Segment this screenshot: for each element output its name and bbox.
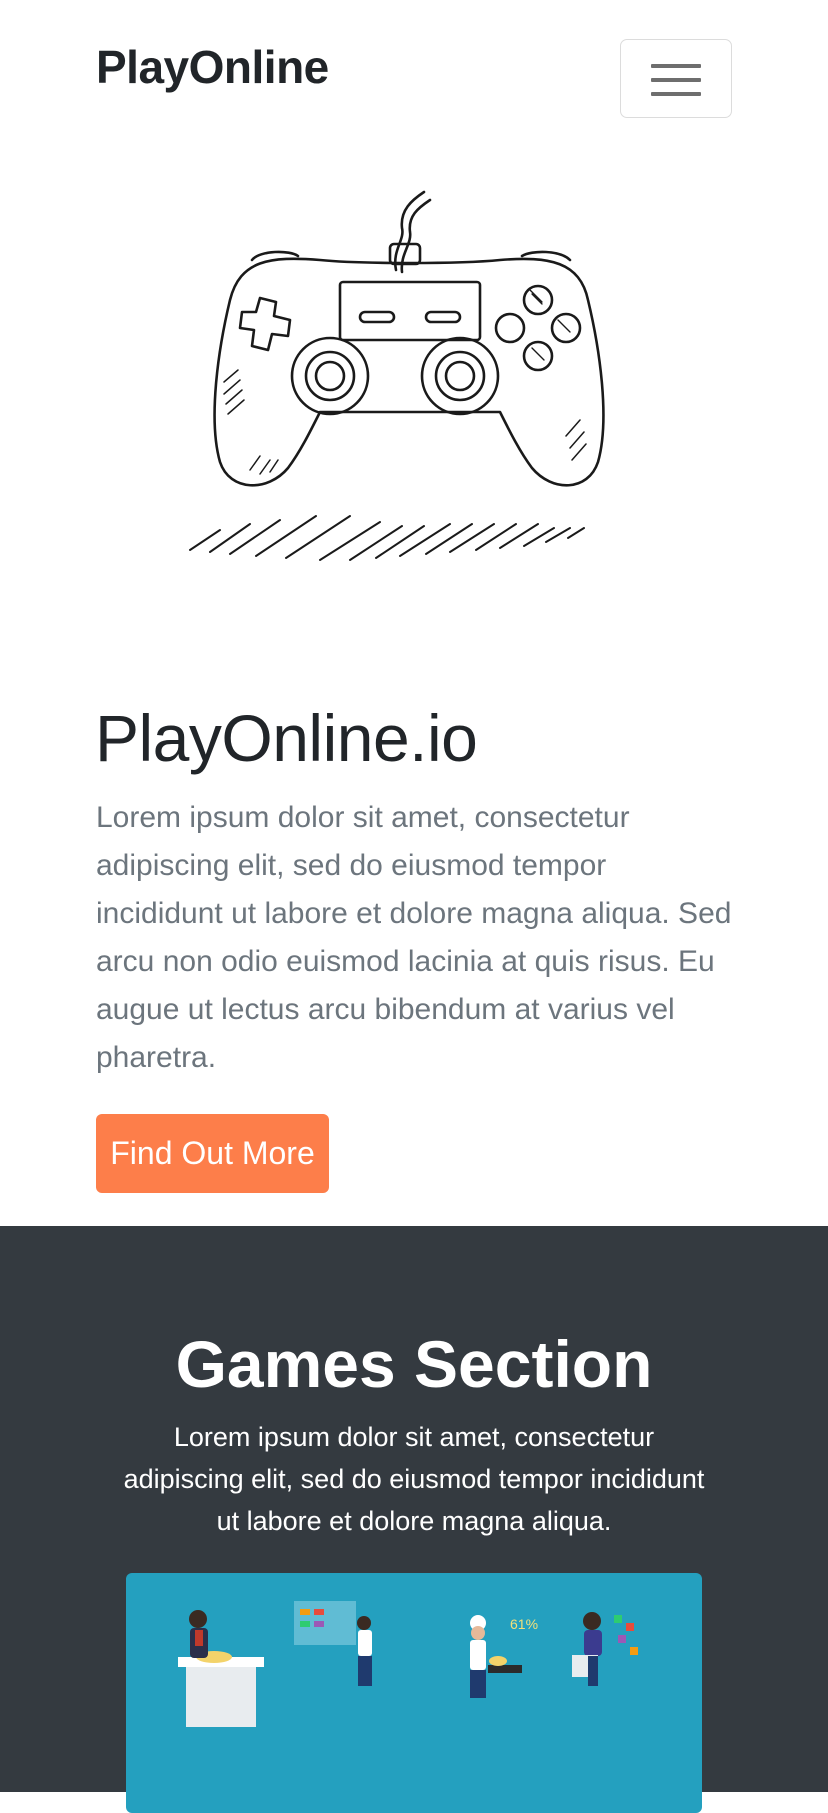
- menu-toggle-button[interactable]: [620, 39, 732, 118]
- navbar: PlayOnline: [0, 0, 828, 150]
- games-section-title: Games Section: [175, 1327, 653, 1401]
- illustration-percent-label: 61%: [510, 1616, 538, 1632]
- illustration-figure-desk: [178, 1610, 264, 1727]
- games-section: Games Section Lorem ipsum dolor sit amet…: [0, 1226, 828, 1813]
- hero-description: Lorem ipsum dolor sit amet, consectetur …: [96, 801, 732, 1074]
- hero-title: PlayOnline.io: [95, 701, 478, 775]
- illustration-figure-chef: 61%: [470, 1615, 538, 1698]
- hamburger-menu-icon: [651, 64, 701, 68]
- brand-logo[interactable]: PlayOnline: [96, 40, 329, 94]
- hamburger-menu-icon-bar: [651, 92, 701, 96]
- games-illustration-card: 61%: [126, 1573, 702, 1813]
- hamburger-menu-icon-bar: [651, 78, 701, 82]
- game-controller-image: [189, 190, 605, 561]
- gaming-people-illustration: 61%: [178, 1601, 638, 1727]
- illustration-figure-vr: [572, 1612, 638, 1686]
- find-out-more-button[interactable]: Find Out More: [96, 1114, 329, 1193]
- illustration-figure-screen: [294, 1601, 372, 1686]
- games-section-description: Lorem ipsum dolor sit amet, consectetur …: [123, 1422, 705, 1536]
